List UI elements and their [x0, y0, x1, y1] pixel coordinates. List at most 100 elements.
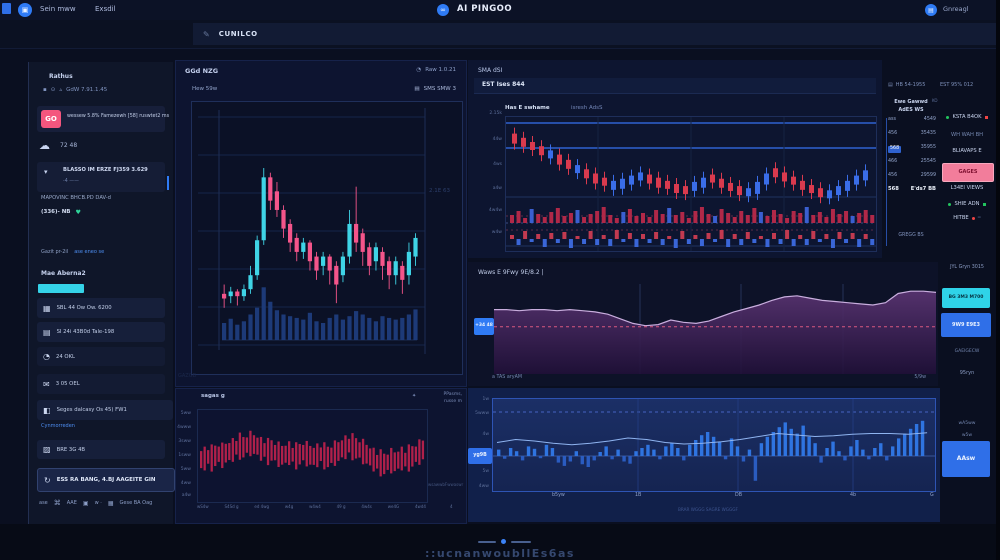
stats-line: BLASSO IM ERZE FJ359 3.629 [63, 168, 148, 173]
search-input[interactable]: ✎ CUNILCO [193, 23, 997, 45]
sidebar-item-history[interactable]: ◔ 24 OKL [37, 347, 165, 366]
nav-link-2[interactable]: Exsdil [95, 6, 116, 13]
br-right-button[interactable]: AAsw [942, 441, 990, 477]
user-glyph: ▤ [928, 7, 934, 14]
oscillator-chart[interactable] [198, 410, 427, 502]
logo-icon: ∞ [437, 4, 449, 16]
purple-panel-title: Waws E 9Fwy 9E/8.2 | [478, 270, 544, 276]
ob-price: 568 [888, 187, 899, 192]
main-meta-label: Raw 1.0.21 [425, 68, 456, 74]
bl-ylabel: 3sww [176, 439, 191, 444]
main-chart-panel: GGd NZG ◔ Raw 1.0.21 Hew 59w ▤ SMS SMW 3… [175, 60, 467, 387]
sidebar-item-media[interactable]: ▨ BRE 3G 4B [37, 440, 165, 459]
page-footer: ::ucnanwoubllEs6as [0, 524, 1000, 560]
trade-label: L34EI VIEWS [951, 186, 984, 191]
histogram-chart[interactable] [493, 399, 935, 491]
cyan-button-label: BG 3M3 M700 [949, 296, 984, 301]
cloud-icon: ☁ [39, 140, 50, 151]
right-edge [996, 0, 1000, 560]
candlestick-chart[interactable] [192, 102, 462, 374]
trade-item-status2[interactable]: SHIE ADN [938, 202, 996, 207]
orderbook-row[interactable]: 45629599 [888, 174, 936, 179]
slider-track-left[interactable] [478, 541, 496, 543]
area-chart[interactable] [494, 284, 936, 374]
br-right-button-label: AAsw [957, 456, 975, 462]
bl-chart-frame [197, 409, 428, 503]
grid-icon[interactable]: ▦ [108, 501, 114, 507]
gazit-link[interactable]: ase eneo se [74, 250, 104, 255]
search-query: CUNILCO [219, 30, 258, 38]
orderbook-row[interactable]: 46625545 [888, 160, 936, 165]
bl-xlabel: we4G [388, 505, 399, 509]
trade-label: KSTA B4OK [952, 115, 981, 120]
stats-card[interactable]: ▾ BLASSO IM ERZE FJ359 3.629 -4 —— [37, 162, 165, 192]
stats-sub: MAPOVINC BHCB.PD DAV-d [41, 196, 111, 201]
sidebar-item-reports[interactable]: ◧ Seges dalcasy Os 45) FW1 [37, 400, 173, 420]
account-label[interactable]: Gnreagl [943, 6, 969, 13]
stats-sub2-row: (336)- NB ♥ [41, 210, 81, 216]
sidebar-link[interactable]: Cynmorreden [41, 424, 75, 429]
green-dot-icon [946, 116, 949, 119]
orderbook-row[interactable]: ass4549 [888, 118, 936, 123]
trade-label: BLIAVAPS E [952, 149, 981, 154]
price-axis-label: 2.1E 63 [429, 189, 450, 195]
gazit-label: Gazit pr-2il [41, 250, 68, 255]
green-square-icon [983, 203, 986, 206]
clock-icon: ◔ [43, 352, 50, 361]
trade-item[interactable]: BLIAVAPS E [938, 149, 996, 154]
cmd-icon[interactable]: ⌘ [54, 500, 61, 507]
chart-icon: ◧ [43, 406, 51, 415]
rt-ylabel: a4w [476, 187, 502, 192]
orderbook-row[interactable]: 45635435 [888, 132, 936, 137]
box-icon[interactable]: ▣ [83, 501, 89, 507]
stats-sub2: (336)- NB [41, 210, 71, 216]
account-icon[interactable]: ▤ [925, 4, 937, 16]
main-panel-meta[interactable]: ◔ Raw 1.0.21 [416, 68, 456, 74]
cloud-row[interactable]: ☁ 72 48 [39, 140, 77, 151]
orderbook-header-2: AdES WS [888, 108, 934, 113]
brand-icon[interactable]: ▣ [18, 3, 32, 17]
trade-item[interactable]: L34EI VIEWS [938, 186, 996, 191]
purple-right-meta: JYL Gryn 3015 [938, 266, 996, 271]
trade-item-status[interactable]: KSTA B4OK [938, 115, 996, 120]
main-corner-label: GAZGB [178, 374, 196, 379]
trade-item-alert[interactable]: HITBE ┅ [938, 216, 996, 221]
promo-banner[interactable]: GO wessew 5.8% Famezewh [58] ruswtet2 ms [37, 106, 165, 132]
br-xlabel: 1B [635, 494, 641, 499]
rt-tab[interactable]: EST Ises 844 [482, 82, 525, 88]
orderbook-row-selected[interactable]: 56835955 [888, 146, 936, 153]
sidebar-item-alerts[interactable]: ↻ ESS RA BANG, 4.BJ AAGEITE GIN [37, 468, 175, 492]
slider-track-right[interactable] [511, 541, 531, 543]
trade-item[interactable]: WH WAH BH [938, 133, 996, 138]
bands-chart[interactable] [506, 117, 876, 251]
purple-left-button[interactable]: +34 48 [474, 318, 494, 335]
spark-icon: ✦ [412, 394, 416, 399]
br-left-button-label: yg9B [473, 454, 487, 459]
bl-xlabel: w4g [285, 505, 293, 509]
slider-dot[interactable] [501, 539, 506, 544]
main-chart-frame [191, 101, 463, 375]
sidebar-item-calendar[interactable]: ▤ SI 24i 43B0d Tale-198 [37, 322, 165, 342]
sidebar-item-accounts[interactable]: ▦ SBL 44 Ow Ow. 6200 [37, 298, 165, 318]
image-icon: ▨ [43, 445, 51, 454]
rt-legend-2[interactable]: isresh AdsS [571, 106, 603, 112]
nav-link-1[interactable]: Sein mww [40, 6, 76, 13]
bl-panel: sagas g ✦ PPasms, russe m 5ww 4www 3sww … [175, 388, 467, 524]
sidebar-scrollbar[interactable] [167, 176, 169, 190]
gear-icon: ⊙ [51, 88, 56, 94]
sidebar-item-messages[interactable]: ✉ 3 05 OEL [37, 374, 165, 394]
main-panel-submeta[interactable]: ▤ SMS SMW 3 [414, 87, 456, 93]
sell-button[interactable]: GAGES [942, 163, 994, 182]
orderbook-row-total[interactable]: 568E'ds7 BB [888, 187, 936, 192]
br-chart-frame [492, 398, 936, 492]
main-panel-title: GGd NZG [185, 68, 218, 75]
blue-action-button[interactable]: 9W9 E9E3 [941, 313, 991, 337]
caret-icon: ▾ [44, 169, 48, 176]
ob-size: 35955 [921, 146, 936, 153]
corner-app-icon[interactable] [2, 3, 11, 14]
br-left-button[interactable]: yg9B [468, 448, 492, 464]
cyan-action-button[interactable]: BG 3M3 M700 [942, 288, 990, 308]
rt-legend-1[interactable]: Has E swhame [505, 106, 550, 112]
ob-size: 35435 [921, 132, 936, 137]
sidebar-item-label: SBL 44 Ow Ow. 6200 [57, 305, 112, 311]
